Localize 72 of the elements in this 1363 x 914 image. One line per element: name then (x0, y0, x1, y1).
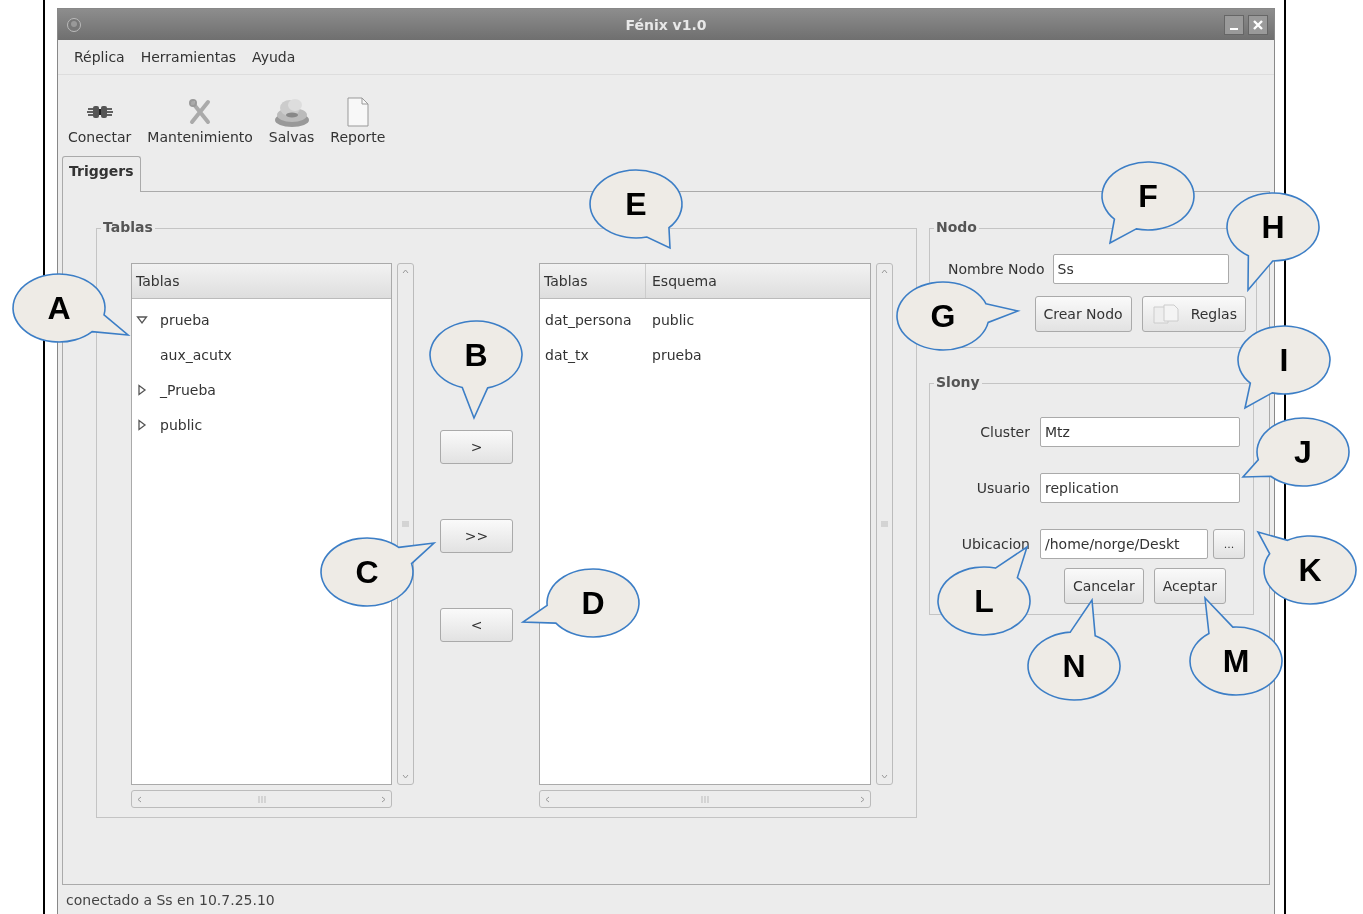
callout-label: C (355, 554, 379, 590)
menu-item[interactable]: Ayuda (244, 47, 304, 67)
browse-button[interactable]: ... (1213, 529, 1245, 559)
expand-triangle-icon[interactable] (136, 418, 148, 431)
horizontal-scrollbar[interactable] (131, 790, 392, 808)
field-label: Ubicacion (960, 536, 1031, 552)
table-cell-text: dat_persona (544, 311, 633, 328)
toolbar-button[interactable]: Conectar (64, 93, 136, 151)
dialog-button[interactable]: Cancelar (1063, 568, 1144, 604)
documents-icon (1150, 303, 1181, 325)
callout-label: K (1298, 552, 1322, 588)
text-field[interactable]: Mtz (1040, 417, 1240, 447)
callout-label: N (1062, 648, 1086, 684)
document-icon (344, 96, 371, 128)
move-button[interactable]: < (440, 608, 513, 642)
callout-label: D (581, 585, 605, 621)
callout-label: L (974, 583, 994, 619)
window-title: Fénix v1.0 (624, 16, 708, 33)
callout-label: J (1294, 434, 1312, 470)
table-cell-text: dat_tx (544, 346, 590, 363)
column-title: Tablas (135, 273, 180, 289)
tree-item[interactable]: public (160, 416, 203, 433)
close-icon (1253, 19, 1263, 30)
collapse-triangle-icon[interactable] (136, 313, 148, 326)
field-label: Usuario (975, 480, 1031, 496)
callout-label: M (1222, 643, 1250, 679)
field-label: Nombre Nodo (948, 261, 1045, 277)
column-title[interactable]: Esquema (646, 273, 717, 289)
plug-icon (84, 104, 115, 120)
callout-label: E (625, 186, 647, 222)
toolbar-button[interactable]: Salvas (264, 93, 319, 151)
tree-item[interactable]: aux_acutx (160, 346, 232, 363)
text-field[interactable]: replication (1040, 473, 1240, 503)
expand-triangle-icon[interactable] (136, 383, 148, 396)
status-text: conectado a Ss en 10.7.25.10 (66, 891, 275, 908)
dialog-button[interactable]: Aceptar (1153, 568, 1226, 604)
callout-label: I (1279, 342, 1289, 378)
callout-label: H (1261, 209, 1285, 245)
table-cell-text: prueba (651, 346, 702, 363)
callout-label: F (1138, 178, 1158, 214)
menu-item[interactable]: Réplica (66, 47, 133, 67)
scroll-grip-icon (399, 520, 412, 528)
group-title: Tablas (101, 219, 155, 235)
close-button[interactable] (1248, 14, 1268, 35)
tab[interactable]: Triggers (62, 156, 141, 192)
minimize-icon (1230, 27, 1238, 30)
move-button[interactable]: >> (440, 519, 513, 553)
scroll-grip-icon (878, 520, 891, 528)
group-title: Nodo (934, 219, 979, 235)
menu-item[interactable]: Herramientas (132, 47, 245, 67)
tree-item[interactable]: _Prueba (160, 381, 216, 398)
field-label: Cluster (979, 424, 1031, 440)
toolbar-button[interactable]: Mantenimiento (143, 93, 257, 151)
callout-label: G (930, 298, 956, 334)
text-field[interactable]: Ss (1052, 254, 1229, 284)
toolbar-button[interactable]: Reporte (326, 93, 390, 151)
callout-label: B (464, 337, 488, 373)
app-icon (66, 16, 82, 33)
table-cell-text: public (651, 311, 695, 328)
text-field[interactable]: /home/norge/Deskt (1040, 529, 1208, 559)
vertical-scrollbar[interactable] (397, 263, 414, 785)
callout-label: A (47, 290, 71, 326)
column-title[interactable]: Tablas (540, 264, 646, 298)
disk-stack-icon (272, 96, 311, 128)
vertical-scrollbar[interactable] (876, 263, 893, 785)
horizontal-scrollbar[interactable] (539, 790, 871, 808)
tree-item[interactable]: prueba (160, 311, 210, 328)
group-title: Slony (934, 374, 982, 390)
minimize-button[interactable] (1224, 14, 1244, 35)
move-button[interactable]: > (440, 430, 513, 464)
create-button[interactable]: Crear Nodo (1034, 296, 1132, 332)
rules-button[interactable]: Reglas (1141, 296, 1246, 332)
